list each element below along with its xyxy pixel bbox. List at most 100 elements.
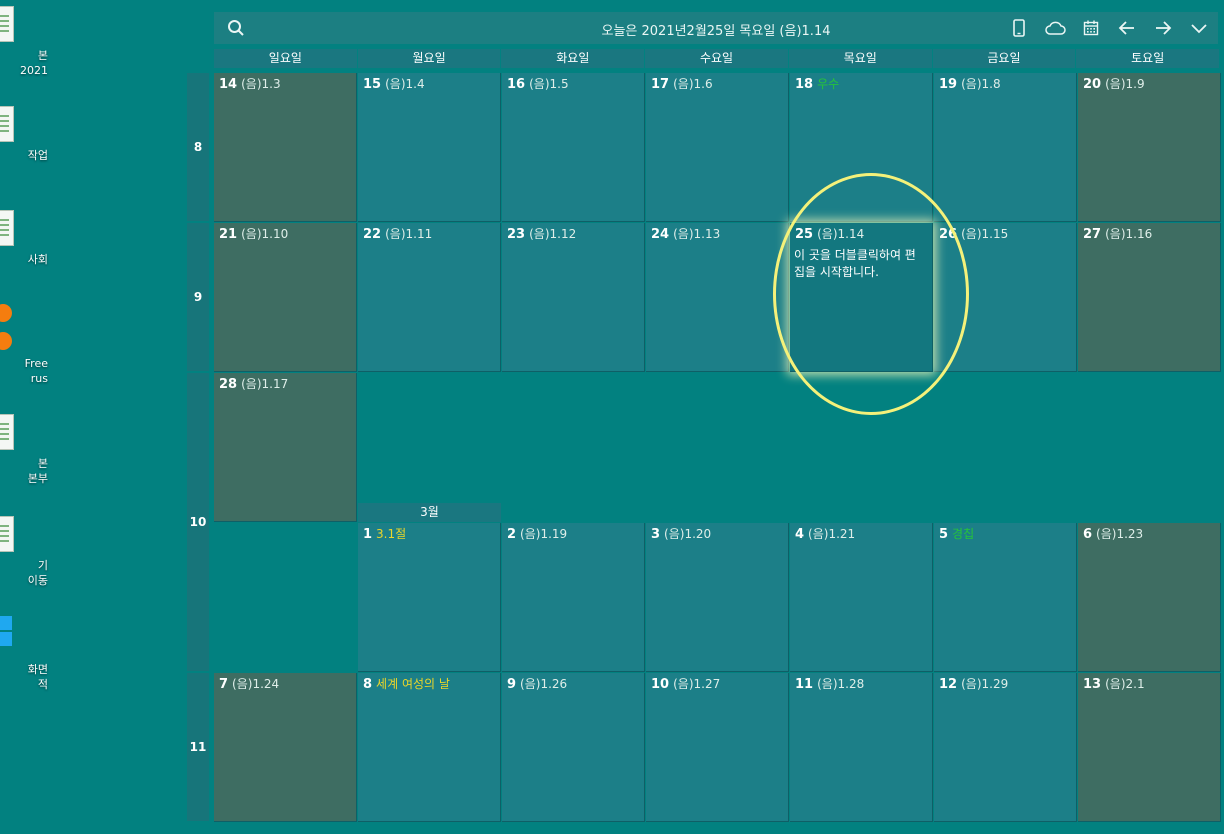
day-number: 12 — [939, 677, 958, 692]
desktop-icon-label: 사회 — [27, 253, 48, 266]
solar-term: 경칩 — [952, 527, 975, 541]
day-cell[interactable]: 22 (음)1.11 — [358, 223, 501, 372]
day-cell[interactable]: 18 우수 — [790, 73, 933, 222]
windows-icon — [0, 616, 16, 648]
day-cell[interactable]: 6 (음)1.23 — [1078, 523, 1221, 672]
calendar-header: 오늘은 2021년2월25일 목요일 (음)1.14 — [214, 12, 1218, 44]
day-number: 4 — [795, 527, 805, 542]
document-icon — [0, 414, 14, 450]
lunar-date: (음)1.24 — [232, 677, 280, 691]
day-number: 19 — [939, 77, 958, 92]
week-number: 10 — [187, 373, 209, 671]
lunar-date: (음)1.15 — [961, 227, 1009, 241]
day-cell[interactable]: 9 (음)1.26 — [502, 673, 645, 822]
day-number: 5 — [939, 527, 949, 542]
desktop-icon-label: 적 — [37, 678, 48, 691]
cloud-icon[interactable] — [1042, 16, 1068, 40]
day-number: 10 — [651, 677, 670, 692]
day-number: 20 — [1083, 77, 1102, 92]
day-cell[interactable]: 28 (음)1.17 — [214, 373, 357, 522]
day-cell[interactable]: 20 (음)1.9 — [1078, 73, 1221, 222]
day-cell[interactable]: 10 (음)1.27 — [646, 673, 789, 822]
lunar-date: (음)1.17 — [241, 377, 289, 391]
lunar-date: (음)1.14 — [817, 227, 865, 241]
header-toolbar — [1006, 16, 1212, 40]
day-number: 24 — [651, 227, 670, 242]
day-number: 15 — [363, 77, 382, 92]
desktop-icon-label: 2021 — [20, 64, 48, 77]
desktop: 본 2021 작업 사회 Free rus 본 본부 기 이동 화면 적 오늘은… — [0, 0, 1224, 834]
search-icon[interactable] — [226, 18, 246, 38]
today-cell[interactable]: 25 (음)1.14 이 곳을 더블클릭하여 편집을 시작합니다. — [790, 223, 933, 372]
day-cell[interactable]: 15 (음)1.4 — [358, 73, 501, 222]
day-cell[interactable]: 5 경칩 — [934, 523, 1077, 672]
day-number: 6 — [1083, 527, 1093, 542]
app-dots-icon — [0, 304, 16, 352]
day-number: 1 — [363, 527, 373, 542]
day-number: 23 — [507, 227, 526, 242]
weekday-label: 월요일 — [357, 49, 501, 68]
week-number: 11 — [187, 673, 209, 821]
desktop-icon-label: 본 — [37, 457, 48, 470]
phone-icon[interactable] — [1006, 16, 1032, 40]
lunar-date: (음)1.29 — [961, 677, 1009, 691]
day-cell[interactable]: 16 (음)1.5 — [502, 73, 645, 222]
day-cell[interactable]: 24 (음)1.13 — [646, 223, 789, 372]
day-number: 21 — [219, 227, 238, 242]
day-cell[interactable]: 23 (음)1.12 — [502, 223, 645, 372]
week-number: 9 — [187, 223, 209, 371]
day-cell[interactable]: 17 (음)1.6 — [646, 73, 789, 222]
day-cell[interactable]: 12 (음)1.29 — [934, 673, 1077, 822]
desktop-file-icon-2[interactable]: 작업 — [0, 104, 60, 163]
weekday-header: 일요일 월요일 화요일 수요일 목요일 금요일 토요일 — [214, 49, 1220, 68]
month-label: 3월 — [358, 503, 501, 522]
desktop-app-icon[interactable]: Free rus — [0, 302, 60, 386]
desktop-file-icon-3[interactable]: 사회 — [0, 208, 60, 267]
desktop-file-icon-1[interactable]: 본 2021 — [0, 4, 60, 78]
day-cell[interactable]: 1 3.1절 — [358, 523, 501, 672]
weekday-label: 금요일 — [932, 49, 1076, 68]
desktop-windows-icon[interactable]: 화면 적 — [0, 608, 60, 692]
day-cell[interactable]: 3 (음)1.20 — [646, 523, 789, 672]
day-cell[interactable]: 13 (음)2.1 — [1078, 673, 1221, 822]
day-cell[interactable]: 21 (음)1.10 — [214, 223, 357, 372]
day-cell[interactable]: 19 (음)1.8 — [934, 73, 1077, 222]
lunar-date: (음)1.28 — [817, 677, 865, 691]
arrow-left-icon[interactable] — [1114, 16, 1140, 40]
weekday-label: 화요일 — [501, 49, 645, 68]
calendar-icon[interactable] — [1078, 16, 1104, 40]
desktop-icon-label: 본부 — [27, 472, 48, 485]
day-number: 28 — [219, 377, 238, 392]
lunar-date: (음)1.3 — [241, 77, 281, 91]
document-icon — [0, 210, 14, 246]
lunar-date: (음)1.9 — [1105, 77, 1145, 91]
lunar-date: (음)1.21 — [808, 527, 856, 541]
document-icon — [0, 106, 14, 142]
day-cell[interactable]: 2 (음)1.19 — [502, 523, 645, 672]
day-cell[interactable]: 26 (음)1.15 — [934, 223, 1077, 372]
memo-placeholder[interactable]: 이 곳을 더블클릭하여 편집을 시작합니다. — [794, 247, 926, 281]
day-cell[interactable]: 4 (음)1.21 — [790, 523, 933, 672]
desktop-file-icon-4[interactable]: 본 본부 — [0, 412, 60, 486]
arrow-right-icon[interactable] — [1150, 16, 1176, 40]
desktop-icon-label: 기 — [37, 559, 48, 572]
holiday-label: 세계 여성의 날 — [376, 677, 450, 691]
lunar-date: (음)1.10 — [241, 227, 289, 241]
desktop-icon-label: 이동 — [27, 574, 48, 587]
desktop-file-icon-5[interactable]: 기 이동 — [0, 514, 60, 588]
day-cell[interactable]: 8 세계 여성의 날 — [358, 673, 501, 822]
day-number: 17 — [651, 77, 670, 92]
day-cell[interactable]: 7 (음)1.24 — [214, 673, 357, 822]
lunar-date: (음)1.8 — [961, 77, 1001, 91]
desktop-icon-label: rus — [30, 372, 48, 385]
lunar-date: (음)1.20 — [664, 527, 712, 541]
day-number: 8 — [363, 677, 373, 692]
chevron-down-icon[interactable] — [1186, 16, 1212, 40]
weekday-label: 토요일 — [1076, 49, 1220, 68]
day-cell[interactable]: 11 (음)1.28 — [790, 673, 933, 822]
day-cell[interactable]: 27 (음)1.16 — [1078, 223, 1221, 372]
desktop-icon-label: 본 — [37, 49, 48, 62]
day-cell[interactable]: 14 (음)1.3 — [214, 73, 357, 222]
lunar-date: (음)1.26 — [520, 677, 568, 691]
day-number: 11 — [795, 677, 814, 692]
